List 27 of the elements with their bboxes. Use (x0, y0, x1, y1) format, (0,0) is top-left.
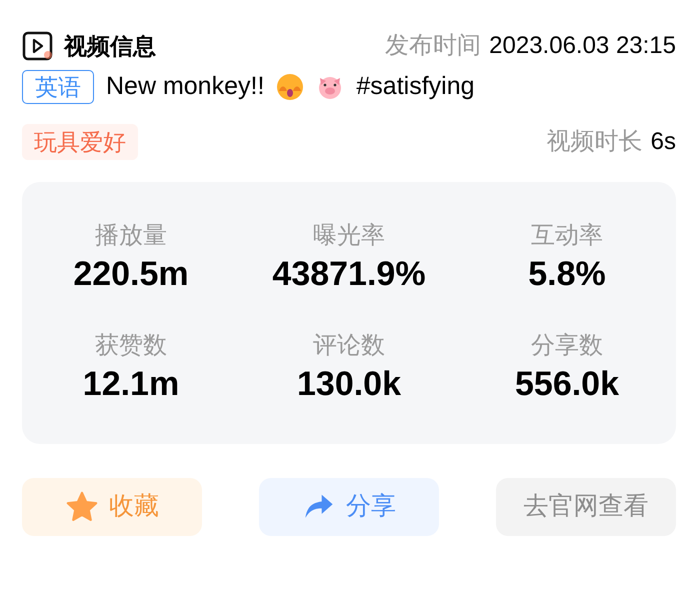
section-title: 视频信息 (64, 32, 156, 61)
stat-label: 曝光率 (313, 220, 385, 250)
language-tag: 英语 (22, 70, 94, 104)
stat-value: 130.0k (297, 364, 401, 404)
stat-label: 互动率 (531, 220, 603, 250)
duration-label: 视频时长 (546, 126, 643, 156)
emoji-face-icon (276, 72, 304, 101)
stat-label: 获赞数 (95, 330, 167, 360)
stat-label: 评论数 (313, 330, 385, 360)
publish-label: 发布时间 (385, 31, 482, 61)
stat-value: 12.1m (82, 364, 180, 404)
hashtag: #satisfying (356, 71, 475, 102)
stat-value: 220.5m (73, 254, 189, 294)
stat-value: 556.0k (515, 364, 619, 404)
share-button[interactable]: 分享 (259, 478, 439, 536)
video-icon (22, 31, 54, 61)
duration-value: 6s (650, 126, 676, 156)
stat-label: 分享数 (531, 330, 603, 360)
stat-value: 5.8% (528, 254, 606, 294)
star-icon (65, 490, 99, 524)
website-button[interactable]: 去官网查看 (496, 478, 676, 536)
stat-value: 43871.9% (272, 254, 426, 294)
stat-label: 播放量 (95, 220, 167, 250)
video-caption: New monkey!! (106, 71, 264, 102)
collect-button[interactable]: 收藏 (22, 478, 202, 536)
category-tag: 玩具爱好 (22, 124, 138, 160)
publish-time: 2023.06.03 23:15 (489, 31, 676, 61)
